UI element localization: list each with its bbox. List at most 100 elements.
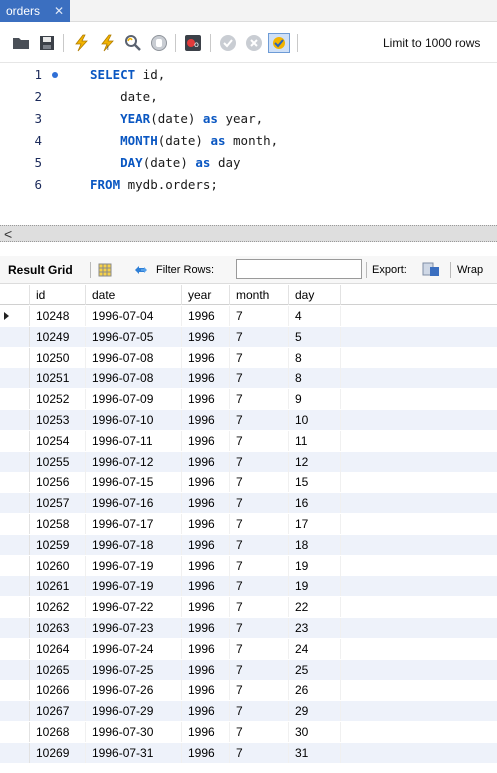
row-selector[interactable] [0,493,30,514]
cell-date[interactable]: 1996-07-29 [86,701,182,722]
execute-icon[interactable] [70,33,92,53]
cell-day[interactable]: 8 [289,347,341,368]
cell-year[interactable]: 1996 [182,430,230,451]
cell-day[interactable]: 16 [289,493,341,514]
code-line[interactable]: 3 YEAR(date) as year, [0,108,497,130]
cell-date[interactable]: 1996-07-18 [86,534,182,555]
stop-icon[interactable] [148,33,170,53]
cell-month[interactable]: 7 [230,472,289,493]
code-line[interactable]: 1 SELECT id, [0,64,497,86]
cell-id[interactable]: 10252 [30,389,86,410]
cell-day[interactable]: 8 [289,368,341,389]
code-line[interactable]: 2 date, [0,86,497,108]
cell-day[interactable]: 19 [289,576,341,597]
cell-day[interactable]: 25 [289,659,341,680]
export-icon[interactable] [420,260,442,280]
table-row[interactable]: 10262 1996-07-22 1996 7 22 [0,597,497,618]
cell-month[interactable]: 7 [230,389,289,410]
cell-year[interactable]: 1996 [182,555,230,576]
cell-day[interactable]: 11 [289,430,341,451]
cell-id[interactable]: 10257 [30,493,86,514]
table-row[interactable]: 10252 1996-07-09 1996 7 9 [0,389,497,410]
row-selector[interactable] [0,680,30,701]
scroll-left-arrow-icon[interactable]: < [4,226,12,242]
table-row[interactable]: 10251 1996-07-08 1996 7 8 [0,368,497,389]
table-row[interactable]: 10269 1996-07-31 1996 7 31 [0,742,497,763]
cell-id[interactable]: 10263 [30,618,86,638]
cell-month[interactable]: 7 [230,347,289,368]
cell-month[interactable]: 7 [230,368,289,389]
cell-month[interactable]: 7 [230,410,289,430]
table-row[interactable]: 10255 1996-07-12 1996 7 12 [0,451,497,472]
cell-id[interactable]: 10256 [30,472,86,493]
cell-year[interactable]: 1996 [182,597,230,618]
cell-date[interactable]: 1996-07-10 [86,410,182,430]
cell-month[interactable]: 7 [230,680,289,701]
cell-date[interactable]: 1996-07-12 [86,451,182,472]
autocommit-icon[interactable] [268,33,290,53]
row-selector[interactable] [0,534,30,555]
table-row[interactable]: 10253 1996-07-10 1996 7 10 [0,410,497,430]
table-row[interactable]: 10256 1996-07-15 1996 7 15 [0,472,497,493]
cell-day[interactable]: 26 [289,680,341,701]
code-line[interactable]: 6 FROM mydb.orders; [0,174,497,196]
table-row[interactable]: 10259 1996-07-18 1996 7 18 [0,534,497,555]
cell-day[interactable]: 4 [289,306,341,326]
result-grid-tab[interactable]: Result Grid [8,263,73,277]
editor-horizontal-scrollbar[interactable]: < [0,225,497,242]
cell-id[interactable]: 10261 [30,576,86,597]
cell-date[interactable]: 1996-07-24 [86,638,182,659]
column-header-month[interactable]: month [230,285,289,305]
cell-year[interactable]: 1996 [182,742,230,763]
cell-date[interactable]: 1996-07-08 [86,368,182,389]
cell-month[interactable]: 7 [230,514,289,534]
cell-date[interactable]: 1996-07-08 [86,347,182,368]
cell-day[interactable]: 29 [289,701,341,722]
cell-month[interactable]: 7 [230,722,289,742]
column-header-day[interactable]: day [289,285,341,305]
cell-year[interactable]: 1996 [182,638,230,659]
cell-year[interactable]: 1996 [182,534,230,555]
cell-id[interactable]: 10258 [30,514,86,534]
cell-month[interactable]: 7 [230,306,289,326]
cell-id[interactable]: 10259 [30,534,86,555]
cell-year[interactable]: 1996 [182,410,230,430]
wrap-cell-content-button[interactable]: Wrap [457,264,483,276]
cell-year[interactable]: 1996 [182,722,230,742]
row-selector[interactable] [0,701,30,722]
cell-month[interactable]: 7 [230,597,289,618]
row-selector[interactable] [0,722,30,742]
cell-month[interactable]: 7 [230,618,289,638]
cell-day[interactable]: 5 [289,326,341,347]
table-row[interactable]: 10254 1996-07-11 1996 7 11 [0,430,497,451]
table-row[interactable]: 10258 1996-07-17 1996 7 17 [0,514,497,534]
cell-month[interactable]: 7 [230,555,289,576]
cell-date[interactable]: 1996-07-09 [86,389,182,410]
cell-day[interactable]: 24 [289,638,341,659]
cell-year[interactable]: 1996 [182,472,230,493]
row-selector[interactable] [0,576,30,597]
cell-year[interactable]: 1996 [182,659,230,680]
explain-icon[interactable] [122,33,144,53]
row-selector[interactable] [0,618,30,638]
filter-rows-input[interactable] [236,259,362,279]
refresh-icon[interactable] [130,260,152,280]
cell-date[interactable]: 1996-07-22 [86,597,182,618]
cell-id[interactable]: 10255 [30,451,86,472]
cell-id[interactable]: 10267 [30,701,86,722]
cell-id[interactable]: 10268 [30,722,86,742]
cell-month[interactable]: 7 [230,430,289,451]
cell-year[interactable]: 1996 [182,389,230,410]
table-row[interactable]: 10249 1996-07-05 1996 7 5 [0,326,497,347]
cell-date[interactable]: 1996-07-26 [86,680,182,701]
table-row[interactable]: 10260 1996-07-19 1996 7 19 [0,555,497,576]
row-selector[interactable] [0,742,30,763]
cell-id[interactable]: 10254 [30,430,86,451]
code-line[interactable]: 4 MONTH(date) as month, [0,130,497,152]
cell-date[interactable]: 1996-07-05 [86,326,182,347]
row-selector[interactable] [0,638,30,659]
cell-id[interactable]: 10260 [30,555,86,576]
table-row[interactable]: 10266 1996-07-26 1996 7 26 [0,680,497,701]
cell-day[interactable]: 17 [289,514,341,534]
cell-date[interactable]: 1996-07-23 [86,618,182,638]
